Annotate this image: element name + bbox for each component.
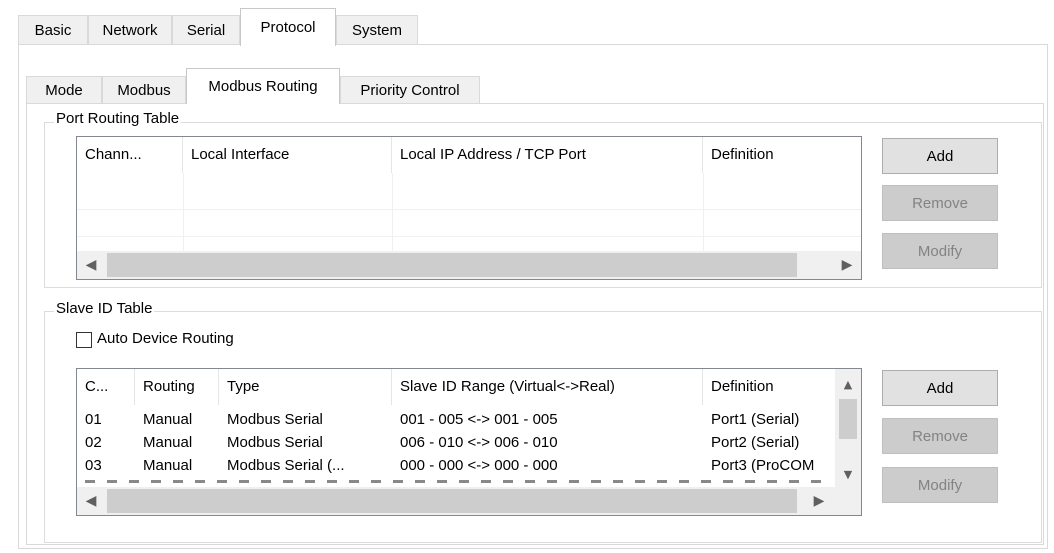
column-header-type[interactable]: Type: [219, 369, 392, 405]
cell-definition: Port2 (Serial): [711, 434, 800, 451]
port-routing-title: Port Routing Table: [54, 110, 182, 127]
auto-device-routing-checkbox[interactable]: [76, 332, 92, 348]
cell-slave-id-range: 001 - 005 <-> 001 - 005: [400, 411, 558, 428]
column-header-routing[interactable]: Routing: [135, 369, 219, 405]
table-row[interactable]: 01 Manual Modbus Serial 001 - 005 <-> 00…: [77, 408, 835, 431]
cell-type: Modbus Serial (...: [227, 457, 345, 474]
hscroll-thumb[interactable]: [107, 489, 797, 513]
tab-priority-control[interactable]: Priority Control: [340, 76, 480, 104]
hscroll-thumb[interactable]: [107, 253, 797, 277]
scroll-left-icon[interactable]: ◀: [77, 251, 105, 279]
slave-id-vscrollbar[interactable]: ▲ ▼: [835, 369, 861, 487]
port-routing-remove-button[interactable]: Remove: [882, 185, 998, 221]
tab-network-label: Network: [102, 22, 158, 39]
table-row[interactable]: 02 Manual Modbus Serial 006 - 010 <-> 00…: [77, 431, 835, 454]
cell-channel: 02: [85, 434, 102, 451]
tab-protocol-label: Protocol: [260, 19, 316, 36]
cell-type: Modbus Serial: [227, 434, 323, 451]
cell-slave-id-range: 000 - 000 <-> 000 - 000: [400, 457, 558, 474]
tab-serial[interactable]: Serial: [172, 15, 240, 45]
tab-basic-label: Basic: [34, 22, 72, 39]
cell-definition: Port3 (ProCOM: [711, 457, 815, 474]
column-header-channel[interactable]: Chann...: [77, 137, 183, 173]
tab-modbus-routing-label: Modbus Routing: [208, 78, 318, 95]
tab-system[interactable]: System: [336, 15, 418, 45]
column-header-slave-id-range[interactable]: Slave ID Range (Virtual<->Real): [392, 369, 703, 405]
scroll-up-icon[interactable]: ▲: [835, 371, 861, 397]
partial-row-indicator: [85, 480, 825, 483]
tab-network[interactable]: Network: [88, 15, 172, 45]
column-header-local-interface[interactable]: Local Interface: [183, 137, 392, 173]
tab-modbus-label: Modbus: [117, 82, 171, 99]
slave-id-remove-button[interactable]: Remove: [882, 418, 998, 454]
column-header-local-ip[interactable]: Local IP Address / TCP Port: [392, 137, 703, 173]
column-header-channel[interactable]: C...: [77, 369, 135, 405]
slave-id-hscrollbar[interactable]: ◀ ▶: [77, 487, 861, 515]
cell-channel: 03: [85, 457, 102, 474]
port-routing-add-button[interactable]: Add: [882, 138, 998, 174]
tab-modbus-routing[interactable]: Modbus Routing: [186, 68, 340, 104]
grid-line: [77, 209, 861, 210]
cell-type: Modbus Serial: [227, 411, 323, 428]
tab-system-label: System: [351, 22, 402, 39]
slave-id-list[interactable]: C... Routing Type Slave ID Range (Virtua…: [76, 368, 862, 516]
scroll-left-icon[interactable]: ◀: [77, 487, 105, 515]
scroll-right-icon[interactable]: ▶: [805, 487, 833, 515]
grid-line: [703, 173, 704, 251]
grid-line: [392, 173, 393, 251]
port-routing-list[interactable]: Chann... Local Interface Local IP Addres…: [76, 136, 862, 280]
scroll-right-icon[interactable]: ▶: [833, 251, 861, 279]
tab-priority-control-label: Priority Control: [360, 82, 460, 99]
tab-serial-label: Serial: [186, 22, 226, 39]
cell-routing: Manual: [143, 434, 193, 451]
grid-line: [77, 236, 861, 237]
cell-definition: Port1 (Serial): [711, 411, 800, 428]
cell-routing: Manual: [143, 457, 193, 474]
cell-slave-id-range: 006 - 010 <-> 006 - 010: [400, 434, 558, 451]
tab-mode[interactable]: Mode: [26, 76, 102, 104]
tab-modbus[interactable]: Modbus: [102, 76, 186, 104]
slave-id-modify-button[interactable]: Modify: [882, 467, 998, 503]
cell-routing: Manual: [143, 411, 193, 428]
slave-id-title: Slave ID Table: [54, 300, 155, 317]
port-routing-modify-button[interactable]: Modify: [882, 233, 998, 269]
tab-mode-label: Mode: [45, 82, 83, 99]
grid-line: [183, 173, 184, 251]
table-row[interactable]: 03 Manual Modbus Serial (... 000 - 000 <…: [77, 454, 835, 477]
slave-id-add-button[interactable]: Add: [882, 370, 998, 406]
tab-protocol[interactable]: Protocol: [240, 8, 336, 46]
port-routing-hscrollbar[interactable]: ◀ ▶: [77, 251, 861, 279]
column-header-definition[interactable]: Definition: [703, 137, 861, 173]
auto-device-routing-label[interactable]: Auto Device Routing: [97, 330, 234, 347]
column-header-definition[interactable]: Definition: [703, 369, 835, 405]
tab-basic[interactable]: Basic: [18, 15, 88, 45]
vscroll-thumb[interactable]: [839, 399, 857, 439]
scroll-down-icon[interactable]: ▼: [835, 461, 861, 487]
cell-channel: 01: [85, 411, 102, 428]
